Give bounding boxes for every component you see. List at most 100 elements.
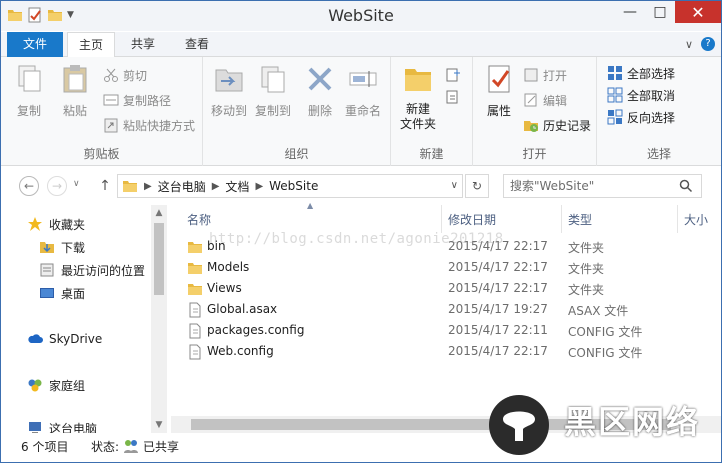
column-divider[interactable] [561,205,562,233]
table-row[interactable]: Web.config 2015/4/17 22:17 CONFIG 文件 [171,342,711,363]
column-divider[interactable] [677,205,678,233]
nav-favorites[interactable]: 收藏夹 [27,213,85,235]
nav-desktop-label: 桌面 [61,286,86,301]
back-button[interactable]: ← [19,176,39,196]
file-type: CONFIG 文件 [568,346,643,360]
nav-scrollbar[interactable]: ▲ ▼ [151,205,167,433]
open-button[interactable]: 打开 [523,65,567,85]
invert-selection-label: 反向选择 [627,110,676,125]
ribbon: 复制 粘贴 剪切 复制路径 粘贴快捷方式 剪贴板 移动到 复制到 删除 重命名 … [1,57,721,166]
edit-button[interactable]: 编辑 [523,90,567,110]
minimize-button[interactable]: — [615,1,645,23]
move-to-button[interactable]: 移动到 [207,63,251,119]
file-name: Views [207,281,242,295]
close-button[interactable]: ✕ [675,1,721,23]
file-type: CONFIG 文件 [568,325,643,339]
cut-button[interactable]: 剪切 [103,65,147,85]
organize-group: 移动到 复制到 删除 重命名 组织 [203,57,391,166]
paste-icon [63,65,87,93]
refresh-button[interactable]: ↻ [465,174,489,198]
column-date[interactable]: 修改日期 [448,209,496,231]
nav-downloads[interactable]: 下载 [39,236,85,258]
computer-icon [29,422,41,434]
breadcrumb-website[interactable]: WebSite [269,179,318,193]
breadcrumb-thispc[interactable]: 这台电脑 [158,178,206,195]
edit-icon [524,93,537,107]
new-item-icon[interactable] [445,67,461,83]
forward-button[interactable]: → [47,176,67,196]
nav-homegroup[interactable]: 家庭组 [27,374,85,396]
easy-access-icon[interactable] [445,89,461,105]
copy-to-button[interactable]: 复制到 [251,63,295,119]
up-button[interactable]: ↑ [97,176,113,196]
scroll-down-icon[interactable]: ▼ [151,417,167,433]
breadcrumb-separator[interactable]: ▶ [144,181,152,192]
breadcrumb-documents[interactable]: 文档 [225,178,249,195]
table-row[interactable]: packages.config 2015/4/17 22:11 CONFIG 文… [171,321,711,342]
recent-locations-button[interactable]: ∨ [73,179,80,189]
paste-label: 粘贴 [62,104,87,118]
nav-thispc[interactable]: 这台电脑 [27,420,97,434]
select-all-icon [608,66,622,80]
file-name: packages.config [207,323,305,337]
history-button[interactable]: 历史记录 [523,115,591,135]
table-row[interactable]: Views 2015/4/17 22:17 文件夹 [171,279,711,300]
open-group-label: 打开 [522,147,547,161]
file-type: 文件夹 [568,241,605,255]
copy-label: 复制 [16,104,41,118]
properties-button[interactable]: 属性 [479,63,519,119]
delete-button[interactable]: 删除 [301,63,339,119]
search-icon[interactable] [679,179,693,193]
file-icon [189,302,201,318]
column-type[interactable]: 类型 [568,209,592,231]
copy-to-label: 复制到 [254,104,291,118]
nav-desktop[interactable]: 桌面 [39,282,85,304]
nav-recent[interactable]: 最近访问的位置 [39,259,145,281]
file-date: 2015/4/17 19:27 [448,302,548,316]
tab-home[interactable]: 主页 [67,32,115,58]
new-folder-button[interactable]: 新建 文件夹 [395,63,441,132]
paste-shortcut-button[interactable]: 粘贴快捷方式 [103,115,195,135]
scroll-up-icon[interactable]: ▲ [151,205,167,221]
nav-skydrive[interactable]: SkyDrive [27,328,102,350]
file-date: 2015/4/17 22:17 [448,260,548,274]
rename-button[interactable]: 重命名 [341,63,385,119]
file-type: 文件夹 [568,283,605,297]
history-label: 历史记录 [543,118,592,133]
open-label: 打开 [543,68,568,83]
breadcrumb-separator[interactable]: ▶ [212,181,220,192]
invert-selection-button[interactable]: 反向选择 [607,107,675,127]
copy-button[interactable]: 复制 [11,63,47,119]
address-dropdown-button[interactable]: ∨ [451,180,458,191]
table-row[interactable]: Global.asax 2015/4/17 19:27 ASAX 文件 [171,300,711,321]
column-name[interactable]: 名称 [187,209,211,231]
search-input[interactable]: 搜索"WebSite" [503,174,702,198]
nav-scrollbar-thumb[interactable] [154,223,164,295]
select-all-button[interactable]: 全部选择 [607,63,675,83]
maximize-button[interactable]: □ [645,1,675,23]
expand-ribbon-icon[interactable]: ∨ [685,38,693,51]
column-divider[interactable] [441,205,442,233]
tab-view[interactable]: 查看 [171,32,223,57]
table-row[interactable]: Models 2015/4/17 22:17 文件夹 [171,258,711,279]
tab-file[interactable]: 文件 [7,32,63,57]
folder-icon [188,284,202,295]
nav-favorites-label: 收藏夹 [49,217,86,232]
copy-path-button[interactable]: 复制路径 [103,90,171,110]
paste-button[interactable]: 粘贴 [57,63,93,119]
paste-shortcut-icon [104,118,118,133]
address-bar[interactable]: ▶ 这台电脑 ▶ 文档 ▶ WebSite ∨ [117,174,463,198]
navigation-bar: ← → ∨ ↑ ▶ 这台电脑 ▶ 文档 ▶ WebSite ∨ ↻ 搜索"Web… [1,167,721,205]
column-size[interactable]: 大小 [684,209,708,231]
tab-share[interactable]: 共享 [119,32,167,57]
select-none-button[interactable]: 全部取消 [607,85,675,105]
breadcrumb-separator[interactable]: ▶ [255,181,263,192]
new-group-label: 新建 [419,147,444,161]
scissors-icon [104,68,118,82]
window-controls: — □ ✕ [615,1,721,23]
file-type: ASAX 文件 [568,304,629,318]
move-to-label: 移动到 [210,104,247,118]
help-icon[interactable]: ? [701,37,715,51]
nav-downloads-label: 下载 [61,240,86,255]
invert-selection-icon [607,109,623,125]
